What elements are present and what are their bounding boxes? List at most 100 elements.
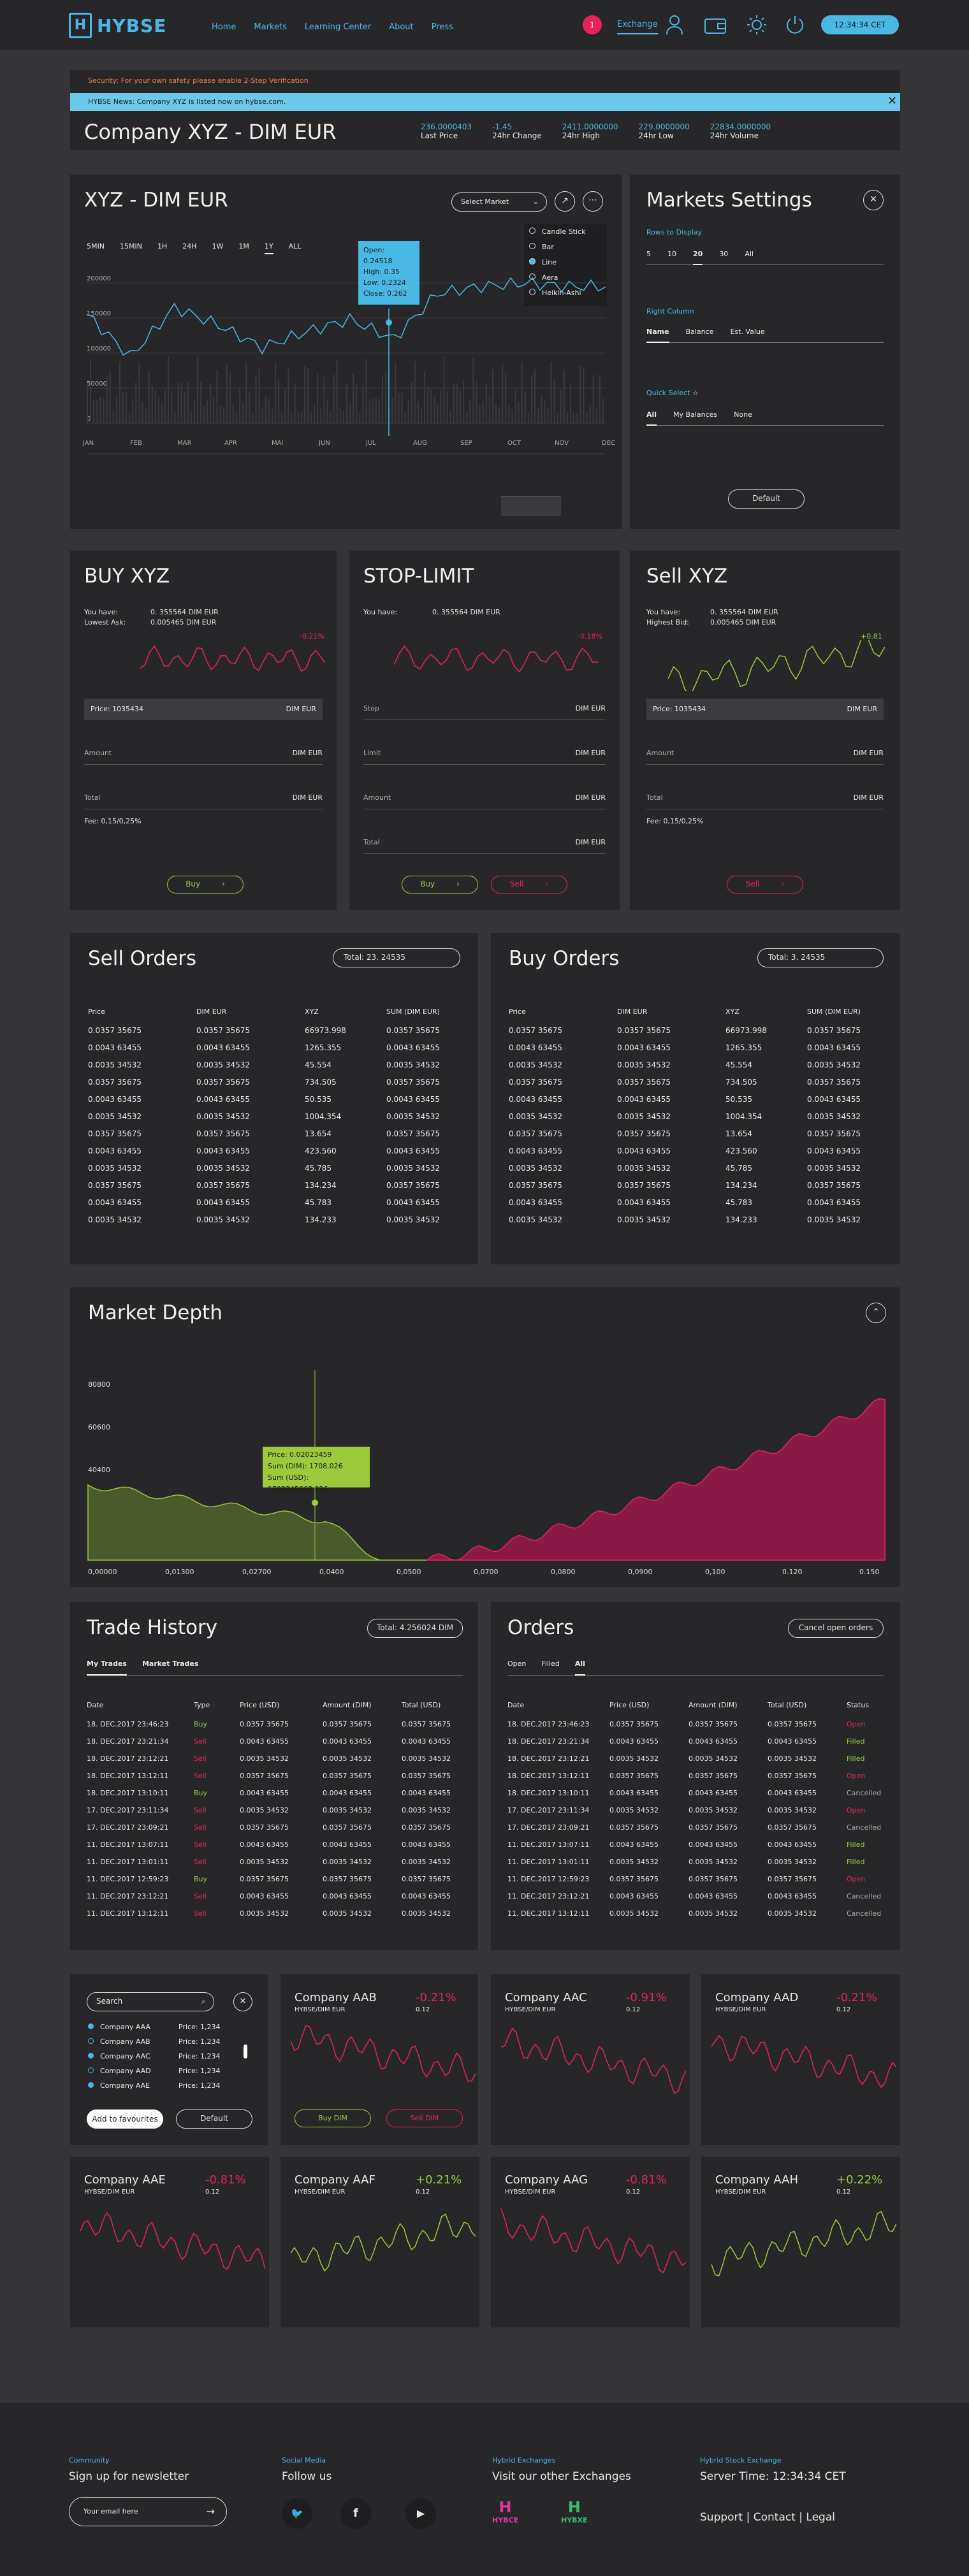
buy-price-field[interactable]: Price: 1035434 DIM EUR [84,698,323,720]
power-icon[interactable] [784,14,806,36]
column-header[interactable]: Amount (DIM) [323,1697,372,1714]
mini-market-card[interactable]: Company AAH HYBSE/DIM EUR +0.22% 0.12 [701,2157,900,2327]
notification-badge[interactable]: 1 [583,15,602,34]
stop-sell-button[interactable]: Sell › [491,876,567,894]
column-header[interactable]: Date [507,1697,524,1714]
sell-total-field[interactable]: Total DIM EUR [646,786,884,809]
tab-filled[interactable]: Filled [541,1660,559,1675]
column-header[interactable]: Total (USD) [402,1697,441,1714]
mini-buy-button[interactable]: Buy DIM [295,2109,371,2127]
stop-field[interactable]: Stop DIM EUR [363,697,606,720]
scroll-thumb[interactable] [244,2044,247,2059]
fav-item[interactable]: Company AAA Price: 1,234 [88,2023,247,2037]
sell-button[interactable]: Sell › [727,876,803,894]
theme-sun-icon[interactable] [746,14,768,36]
mini-market-card[interactable]: Company AAC HYBSE/DIM EUR -0.91% 0.12 [491,1974,690,2145]
close-icon[interactable]: ✕ [887,94,897,108]
stop-total-field[interactable]: Total DIM EUR [363,831,606,854]
footer-links[interactable]: Support | Contact | Legal [700,2511,835,2524]
column-header[interactable]: Price (USD) [240,1697,279,1714]
settings-close-icon[interactable]: ✕ [863,190,884,210]
chart-style-icon[interactable]: ↗ [555,191,575,212]
hybce-logo[interactable]: H HYBCE [492,2498,518,2524]
mini-market-card[interactable]: Company AAD HYBSE/DIM EUR -0.21% 0.12 [701,1974,900,2145]
nav-exchange[interactable]: Exchange [617,20,658,34]
column-header[interactable]: XYZ [725,1003,740,1020]
mini-market-card[interactable]: Company AAE HYBSE/DIM EUR -0.81% 0.12 [70,2157,269,2327]
facebook-icon[interactable]: f [340,2498,371,2529]
option-balance[interactable]: Balance [686,328,714,343]
range-tab-24h[interactable]: 24H [182,242,196,254]
mini-market-card[interactable]: Company AAG HYBSE/DIM EUR -0.81% 0.12 [491,2157,690,2327]
fav-search[interactable]: Search ⌕ [87,1992,214,2011]
nav-home[interactable]: Home [212,22,236,32]
market-select[interactable]: Select Market ⌄ [451,192,547,212]
column-header[interactable]: SUM (DIM EUR) [386,1003,440,1020]
user-icon[interactable] [665,14,684,36]
navigator-handle[interactable] [501,496,561,516]
range-tab-1m[interactable]: 1M [238,242,249,254]
mini-market-card[interactable]: Company AAF HYBSE/DIM EUR +0.21% 0.12 [280,2157,479,2327]
column-header[interactable]: Type [194,1697,210,1714]
fav-item[interactable]: Company AAC Price: 1,234 [88,2052,247,2067]
tab-my-trades[interactable]: My Trades [87,1660,127,1675]
range-tab-15min[interactable]: 15MIN [120,242,142,254]
option-10[interactable]: 10 [667,250,676,265]
arrow-right-icon[interactable]: → [207,2498,215,2525]
column-header[interactable]: Price (USD) [609,1697,649,1714]
column-header[interactable]: Total (USD) [768,1697,806,1714]
column-header[interactable]: DIM EUR [617,1003,647,1020]
nav-press[interactable]: Press [432,22,453,32]
tab-market-trades[interactable]: Market Trades [142,1660,198,1675]
column-header[interactable]: Amount (DIM) [688,1697,738,1714]
option-all[interactable]: All [646,410,657,426]
youtube-icon[interactable]: ▶ [405,2498,436,2529]
newsletter-input[interactable]: Your email here → [69,2497,227,2526]
column-header[interactable]: Date [87,1697,103,1714]
range-tab-5min[interactable]: 5MIN [87,242,105,254]
option-30[interactable]: 30 [719,250,728,265]
fav-default-button[interactable]: Default [176,2109,252,2129]
cancel-orders-button[interactable]: Cancel open orders [788,1619,884,1638]
chart-type-option[interactable]: Candle Stick [524,224,607,240]
tab-all[interactable]: All [574,1660,585,1675]
sell-price-field[interactable]: Price: 1035434 DIM EUR [646,698,884,720]
buy-button[interactable]: Buy › [167,876,244,894]
column-header[interactable]: Price [88,1003,105,1020]
more-icon[interactable]: ⋯ [583,191,603,212]
nav-learning-center[interactable]: Learning Center [305,22,371,32]
column-header[interactable]: Status [847,1697,869,1714]
mini-sell-button[interactable]: Sell DIM [386,2109,463,2127]
range-tab-all[interactable]: ALL [289,242,302,254]
limit-field[interactable]: Limit DIM EUR [363,742,606,765]
sell-amount-field[interactable]: Amount DIM EUR [646,742,884,765]
option-est-value[interactable]: Est. Value [730,328,764,343]
settings-default-button[interactable]: Default [728,489,805,509]
option-5[interactable]: 5 [646,250,651,265]
mini-market-card[interactable]: Company AAB HYBSE/DIM EUR -0.21% 0.12 Buy DI… [280,1974,478,2145]
fav-item[interactable]: Company AAB Price: 1,234 [88,2037,247,2052]
column-header[interactable]: SUM (DIM EUR) [807,1003,861,1020]
add-favourites-button[interactable]: Add to favourites [87,2109,163,2129]
nav-markets[interactable]: Markets [254,22,286,32]
hybxe-logo[interactable]: H HYBXE [561,2498,588,2524]
option-none[interactable]: None [734,410,752,426]
option-all[interactable]: All [745,250,754,265]
fav-item[interactable]: Company AAE Price: 1,234 [88,2081,247,2096]
tab-open[interactable]: Open [507,1660,526,1675]
nav-about[interactable]: About [389,22,413,32]
stop-buy-button[interactable]: Buy › [402,876,478,894]
logo[interactable]: H HYBSE [69,13,166,38]
stop-amount-field[interactable]: Amount DIM EUR [363,786,606,809]
wallet-icon[interactable] [704,17,727,34]
twitter-icon[interactable]: 🐦 [282,2498,312,2529]
column-header[interactable]: DIM EUR [196,1003,226,1020]
buy-amount-field[interactable]: Amount DIM EUR [84,742,323,765]
star-icon[interactable]: ☆ [692,389,699,397]
column-header[interactable]: XYZ [305,1003,319,1020]
fav-item[interactable]: Company AAD Price: 1,234 [88,2067,247,2081]
column-header[interactable]: Price [509,1003,526,1020]
range-tab-1y[interactable]: 1Y [264,242,273,254]
chart-type-option[interactable]: Bar [524,240,607,255]
option-my-balances[interactable]: My Balances [673,410,717,426]
